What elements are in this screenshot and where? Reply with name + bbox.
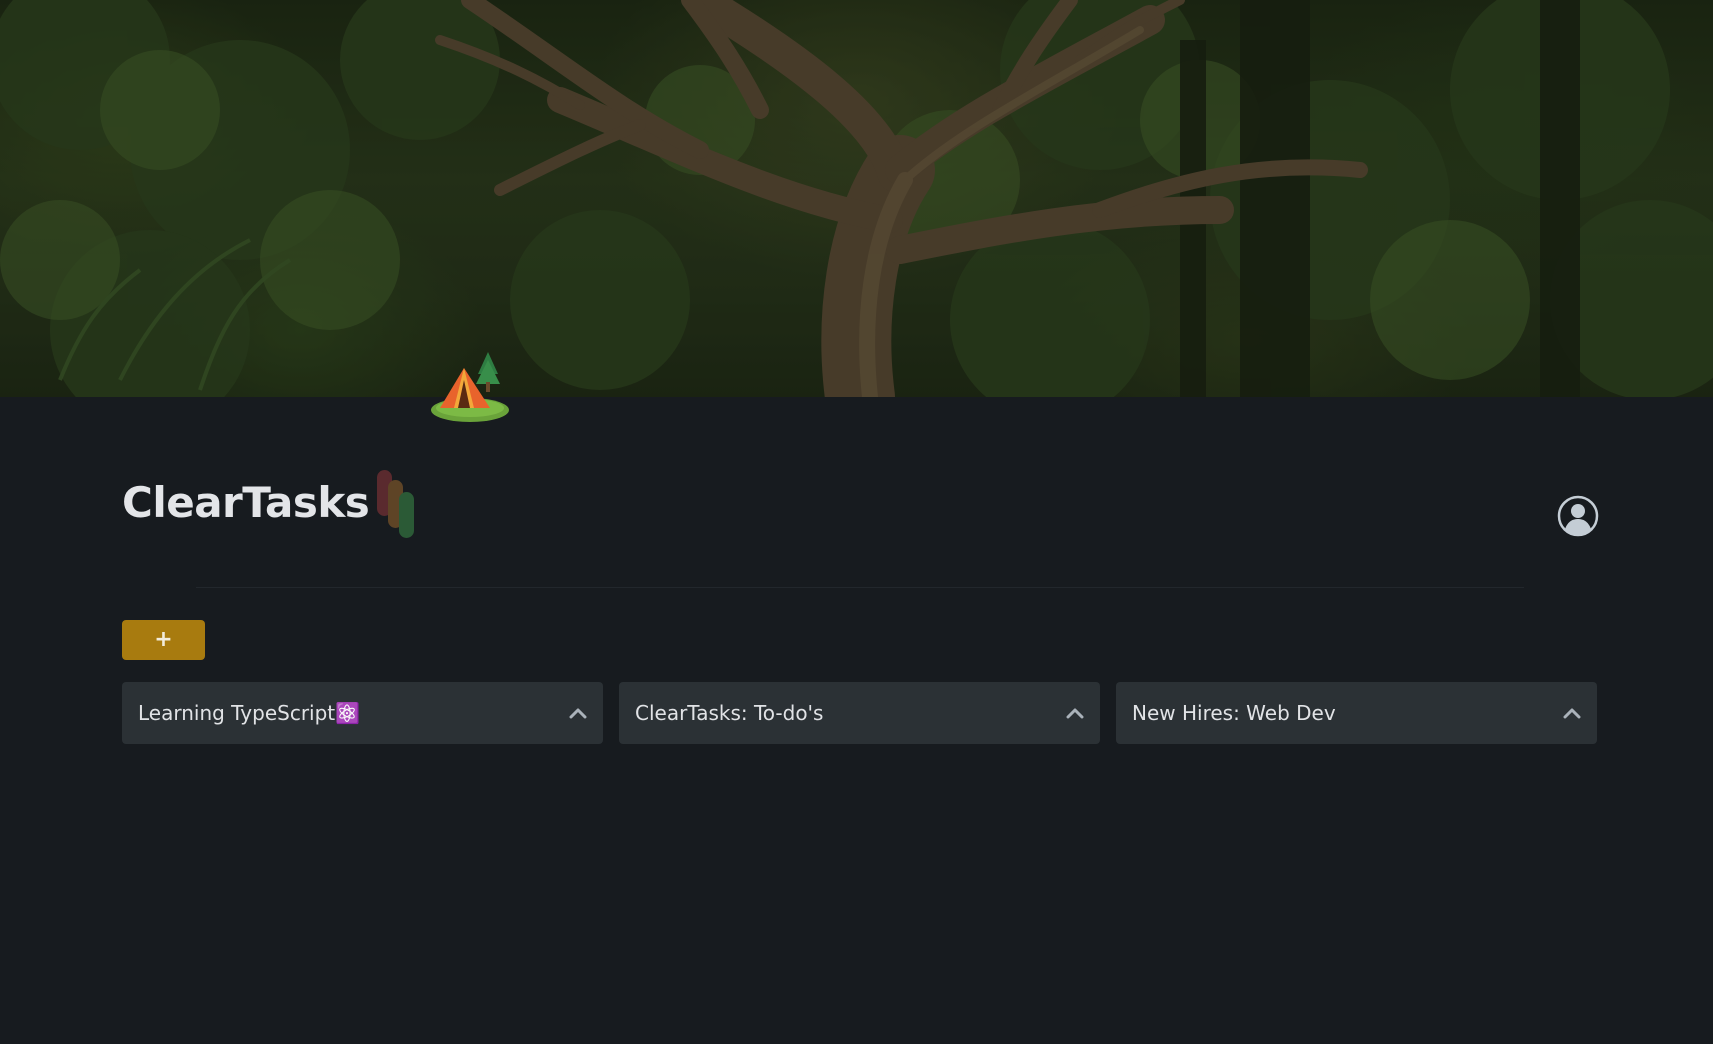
board-title: ClearTasks: To-do's [635,701,824,725]
header-divider [196,587,1524,588]
app-title: ClearTasks [122,477,370,527]
board-title: Learning TypeScript⚛️ [138,701,361,725]
user-circle-icon [1557,495,1599,537]
chevron-up-icon[interactable] [1563,707,1581,719]
profile-button[interactable] [1557,495,1599,537]
board-card-cleartasks-todos[interactable]: ClearTasks: To-do's [619,682,1100,744]
board-title: New Hires: Web Dev [1132,701,1336,725]
add-board-button[interactable]: + [122,620,205,660]
cleartasks-logo-bars-icon [377,466,421,538]
title-row: ClearTasks [122,462,421,542]
forest-cover-image [0,0,1713,397]
page: ClearTasks + Learning TypeScript⚛️ Clear… [0,0,1713,1044]
board-card-learning-typescript[interactable]: Learning TypeScript⚛️ [122,682,603,744]
camping-tent-icon [430,350,510,424]
board-card-new-hires-web-dev[interactable]: New Hires: Web Dev [1116,682,1597,744]
cover-overlay [0,0,1713,397]
chevron-up-icon[interactable] [1066,707,1084,719]
chevron-up-icon[interactable] [569,707,587,719]
